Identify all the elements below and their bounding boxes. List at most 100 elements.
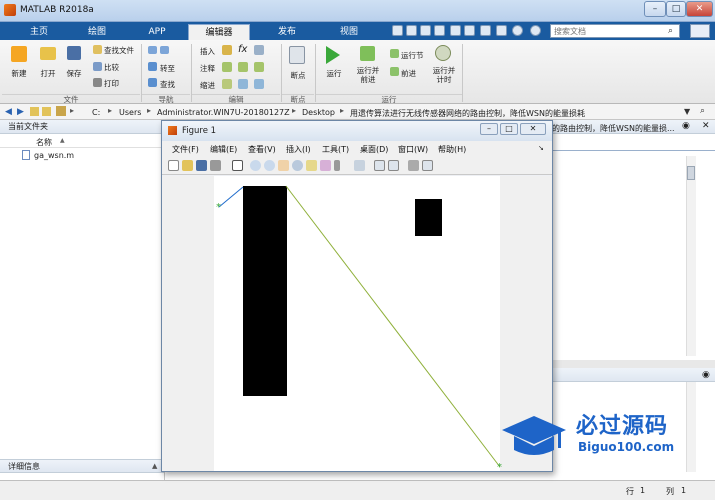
zoom-out-icon[interactable] xyxy=(264,160,275,171)
uncomment-icon[interactable] xyxy=(238,62,248,72)
menu-help[interactable]: 帮助(H) xyxy=(438,144,466,155)
nav-forward-icon[interactable] xyxy=(160,46,169,54)
help-circle-icon[interactable] xyxy=(512,25,523,36)
panel-actions-icon[interactable]: ◉ xyxy=(682,121,690,131)
menu-tools[interactable]: 工具(T) xyxy=(322,144,349,155)
figure-maximize-button[interactable]: □ xyxy=(500,123,518,135)
increase-indent-icon[interactable] xyxy=(254,79,264,89)
brush-icon[interactable] xyxy=(320,160,331,171)
menu-desktop[interactable]: 桌面(D) xyxy=(360,144,388,155)
close-button[interactable]: ✕ xyxy=(686,1,713,17)
indent-button[interactable]: 缩进 xyxy=(200,80,215,91)
new-figure-icon[interactable] xyxy=(168,160,179,171)
sort-ascending-icon[interactable]: ▲ xyxy=(60,137,65,144)
print-button[interactable]: 打印 xyxy=(104,78,119,89)
menu-file[interactable]: 文件(F) xyxy=(172,144,199,155)
open-folder-icon[interactable] xyxy=(40,47,56,60)
menu-view[interactable]: 查看(V) xyxy=(248,144,276,155)
pan-hand-icon[interactable] xyxy=(278,160,289,171)
details-expand-icon[interactable]: ▲ xyxy=(152,462,157,470)
path-segment-admin[interactable]: Administrator.WIN7U-20180127Z xyxy=(157,108,290,117)
open-button[interactable]: 打开 xyxy=(36,68,60,79)
command-window-actions-icon[interactable]: ◉ xyxy=(702,370,710,380)
save-button[interactable]: 保存 xyxy=(62,68,86,79)
print-figure-icon[interactable] xyxy=(210,160,221,171)
open-file-icon[interactable] xyxy=(182,160,193,171)
fx-button[interactable]: fx xyxy=(238,44,247,55)
file-name[interactable]: ga_wsn.m xyxy=(34,151,74,160)
address-search-icon[interactable]: ⌕ xyxy=(700,106,705,116)
help-quick-icon[interactable] xyxy=(496,25,507,36)
find-button[interactable]: 查找 xyxy=(160,79,175,90)
run-button[interactable]: 运行 xyxy=(322,68,346,79)
insert-legend-icon[interactable] xyxy=(388,160,399,171)
comment-percent-icon[interactable] xyxy=(222,62,232,72)
link-plot-icon[interactable] xyxy=(354,160,365,171)
minimize-button[interactable]: – xyxy=(644,1,666,17)
comment-button[interactable]: 注释 xyxy=(200,63,215,74)
copy-quick-icon[interactable] xyxy=(420,25,431,36)
tab-publish[interactable]: 发布 xyxy=(256,24,318,40)
tab-apps[interactable]: APP xyxy=(126,24,188,40)
column-name-header[interactable]: 名称 xyxy=(36,137,52,148)
path-segment-desktop[interactable]: Desktop xyxy=(302,108,335,117)
hide-plot-tools-icon[interactable] xyxy=(408,160,419,171)
run-time-icon[interactable] xyxy=(435,45,451,61)
insert-colorbar-icon[interactable] xyxy=(374,160,385,171)
address-dropdown-icon[interactable]: ▼ xyxy=(684,107,690,116)
editor-tab-title[interactable]: 的路由控制，降低WSN的能量损... xyxy=(552,123,675,134)
menu-insert[interactable]: 插入(I) xyxy=(286,144,311,155)
tab-plots[interactable]: 绘图 xyxy=(66,24,128,40)
path-segment-project[interactable]: 用遗传算法进行无线传感器网络的路由控制，降低WSN的能量损耗 xyxy=(350,108,585,119)
edit-plot-arrow-icon[interactable] xyxy=(232,160,243,171)
paste-quick-icon[interactable] xyxy=(434,25,445,36)
insert-section-icon[interactable] xyxy=(222,45,232,55)
goto-button[interactable]: 转至 xyxy=(160,63,175,74)
run-icon[interactable] xyxy=(326,46,340,64)
path-segment-users[interactable]: Users xyxy=(119,108,141,117)
run-advance-icon[interactable] xyxy=(360,46,375,61)
details-header[interactable]: 详细信息 xyxy=(0,459,164,473)
browse-folder-icon[interactable] xyxy=(42,107,51,116)
zoom-in-icon[interactable] xyxy=(250,160,261,171)
breakpoints-button[interactable]: 断点 xyxy=(286,70,310,81)
insert-dropdown-icon[interactable] xyxy=(254,45,264,55)
tab-view[interactable]: 视图 xyxy=(318,24,380,40)
menu-dock-icon[interactable]: ↘ xyxy=(538,144,544,152)
maximize-button[interactable]: □ xyxy=(666,1,686,17)
forward-arrow-icon[interactable]: ▶ xyxy=(17,107,24,117)
menu-window[interactable]: 窗口(W) xyxy=(398,144,428,155)
new-button[interactable]: 新建 xyxy=(8,68,30,79)
editor-scrollbar[interactable] xyxy=(686,156,696,356)
save-figure-icon[interactable] xyxy=(196,160,207,171)
redo-quick-icon[interactable] xyxy=(464,25,475,36)
cut-quick-icon[interactable] xyxy=(406,25,417,36)
menu-edit[interactable]: 编辑(E) xyxy=(210,144,237,155)
advance-button[interactable]: 前进 xyxy=(401,68,416,79)
decrease-indent-icon[interactable] xyxy=(238,79,248,89)
back-arrow-icon[interactable]: ◀ xyxy=(5,107,12,117)
rotate-3d-icon[interactable] xyxy=(292,160,303,171)
list-item[interactable]: ga_wsn.m xyxy=(0,148,164,162)
search-docs-input[interactable] xyxy=(550,24,680,38)
search-icon[interactable]: ⌕ xyxy=(668,26,673,36)
figure-close-button[interactable]: ✕ xyxy=(520,123,546,135)
figure-minimize-button[interactable]: – xyxy=(480,123,498,135)
tab-home[interactable]: 主页 xyxy=(8,24,70,40)
switch-windows-icon[interactable] xyxy=(480,25,491,36)
run-advance-button[interactable]: 运行并 前进 xyxy=(354,66,382,84)
smart-indent-icon[interactable] xyxy=(222,79,232,89)
data-cursor-icon[interactable] xyxy=(306,160,317,171)
wrap-comments-icon[interactable] xyxy=(254,62,264,72)
run-section-button[interactable]: 运行节 xyxy=(401,50,424,61)
new-icon[interactable] xyxy=(11,46,27,62)
brush-dropdown-icon[interactable] xyxy=(334,160,340,171)
run-and-time-button[interactable]: 运行并 计时 xyxy=(430,66,458,84)
nav-back-icon[interactable] xyxy=(148,46,157,54)
editor-scroll-thumb[interactable] xyxy=(687,166,695,180)
save-icon[interactable] xyxy=(67,46,81,60)
show-plot-tools-icon[interactable] xyxy=(422,160,433,171)
undo-quick-icon[interactable] xyxy=(450,25,461,36)
path-segment-drive[interactable]: C: xyxy=(92,108,100,117)
community-icon[interactable] xyxy=(530,25,541,36)
